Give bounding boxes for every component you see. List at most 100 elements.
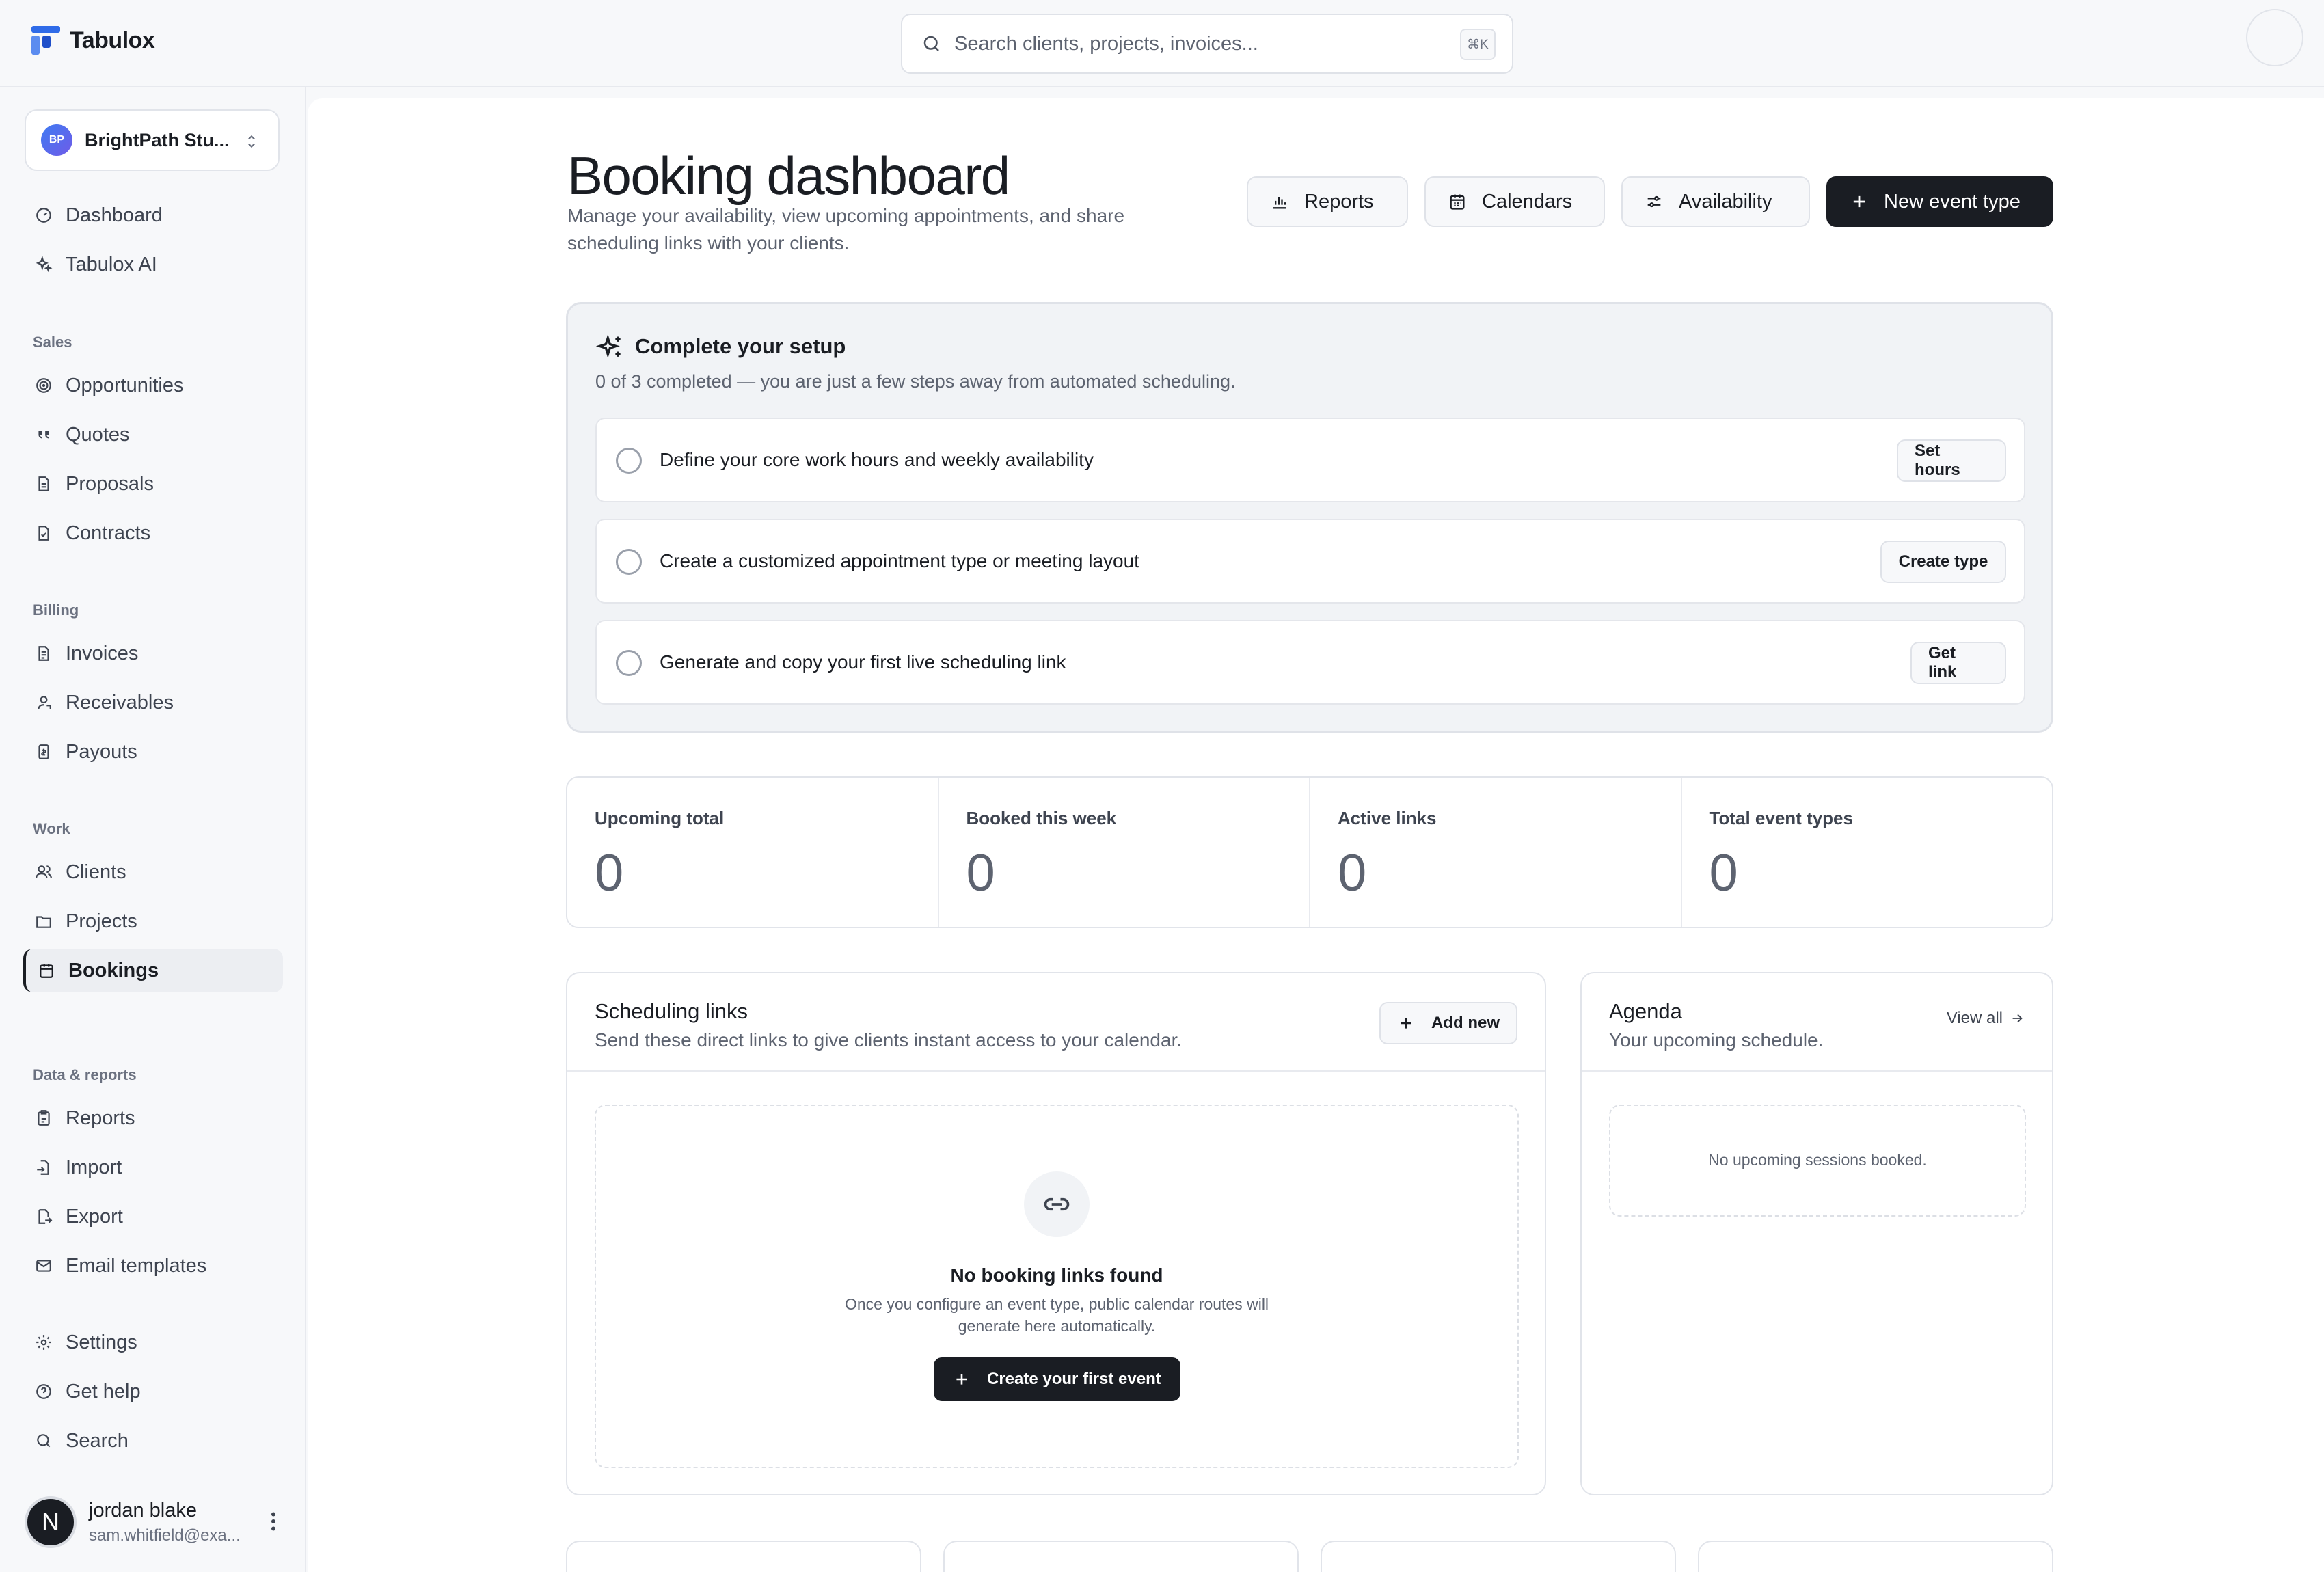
availability-button[interactable]: Availability (1621, 176, 1810, 227)
sidebar-item-export[interactable]: Export (23, 1195, 283, 1238)
stat-label: Booked this week (966, 808, 1117, 828)
get-link-button[interactable]: Get link (1910, 642, 2006, 684)
user-name: jordan blake (89, 1499, 197, 1521)
new-event-type-button[interactable]: New event type (1826, 176, 2053, 227)
task-checkbox[interactable] (616, 448, 642, 474)
plus-icon (1853, 195, 1865, 208)
workspace-badge: BP (41, 124, 72, 156)
quote-icon (34, 425, 53, 444)
create-first-event-button[interactable]: Create your first event (934, 1357, 1180, 1401)
search-shortcut-badge: ⌘K (1460, 29, 1496, 60)
user-email: sam.whitfield@exa... (89, 1526, 241, 1545)
user-profile[interactable]: N jordan blake sam.whitfield@exa... (25, 1491, 284, 1553)
sidebar-item-label: Import (66, 1156, 122, 1178)
document-icon (34, 474, 53, 493)
sidebar-item-label: Invoices (66, 642, 139, 664)
scheduling-links-card: Scheduling links Send these direct links… (566, 972, 1546, 1495)
bar-chart-icon (1273, 197, 1286, 209)
stat-value: 0 (595, 844, 624, 902)
stat-value: 0 (966, 844, 995, 902)
add-new-link-button[interactable]: Add new (1379, 1002, 1517, 1044)
create-type-button[interactable]: Create type (1880, 541, 2006, 583)
sidebar-item-label: Clients (66, 860, 126, 883)
task-checkbox[interactable] (616, 650, 642, 676)
sidebar-item-clients[interactable]: Clients (23, 850, 283, 894)
global-search-input[interactable]: Search clients, projects, invoices... ⌘K (901, 14, 1513, 74)
import-icon (34, 1158, 53, 1177)
stat-upcoming-total: Upcoming total 0 (567, 778, 939, 927)
dashboard-icon (34, 206, 53, 225)
bottom-card (1321, 1541, 1676, 1572)
page-title: Booking dashboard (567, 146, 1010, 206)
empty-state: No booking links found Once you configur… (595, 1105, 1519, 1468)
sidebar-item-label: Projects (66, 910, 137, 932)
logo-mark-icon (31, 26, 60, 55)
sidebar-item-label: Export (66, 1205, 123, 1228)
set-hours-button[interactable]: Set hours (1897, 439, 2006, 482)
bottom-card (566, 1541, 921, 1572)
sidebar-section-data-reports: Data & reports (33, 1066, 137, 1083)
account-avatar[interactable] (2246, 9, 2303, 66)
add-new-label: Add new (1431, 1014, 1500, 1032)
chevron-up-down-icon (247, 135, 256, 148)
top-bar: Tabulox Search clients, projects, invoic… (0, 0, 2324, 87)
stat-label: Upcoming total (595, 808, 725, 828)
sidebar-item-dashboard[interactable]: Dashboard (23, 193, 283, 237)
sidebar-item-label: Reports (66, 1107, 135, 1129)
calendars-button[interactable]: Calendars (1424, 176, 1605, 227)
setup-task: Create a customized appointment type or … (595, 519, 2025, 604)
sidebar-item-settings[interactable]: Settings (23, 1320, 283, 1364)
sidebar-item-get-help[interactable]: Get help (23, 1370, 283, 1413)
agenda-empty-text: No upcoming sessions booked. (1708, 1151, 1927, 1169)
sidebar-item-proposals[interactable]: Proposals (23, 462, 283, 506)
setup-title: Complete your setup (635, 334, 846, 358)
sidebar-item-label: Settings (66, 1331, 137, 1353)
sidebar-item-receivables[interactable]: Receivables (23, 681, 283, 724)
sidebar-section-work: Work (33, 820, 70, 837)
gear-icon (34, 1333, 53, 1352)
stat-label: Total event types (1709, 808, 1853, 828)
stat-active-links: Active links 0 (1310, 778, 1682, 927)
contract-icon (34, 524, 53, 543)
sidebar: BP BrightPath Stu... Dashboard Tabulox A… (0, 87, 306, 1572)
sidebar-item-contracts[interactable]: Contracts (23, 511, 283, 555)
stat-booked-this-week: Booked this week 0 (939, 778, 1310, 927)
sidebar-item-label: Get help (66, 1380, 141, 1402)
more-vertical-icon[interactable] (267, 1509, 280, 1534)
setup-progress-text: 0 of 3 completed — you are just a few st… (595, 371, 1236, 392)
sidebar-item-import[interactable]: Import (23, 1146, 283, 1189)
sidebar-item-projects[interactable]: Projects (23, 899, 283, 943)
sidebar-item-email-templates[interactable]: Email templates (23, 1244, 283, 1288)
workspace-name: BrightPath Stu... (85, 129, 230, 150)
sidebar-item-bookings[interactable]: Bookings (23, 949, 283, 992)
sparkles-icon (595, 334, 621, 358)
calendar-icon (37, 961, 56, 980)
payout-icon (34, 742, 53, 761)
divider (567, 1070, 1545, 1072)
sidebar-item-reports[interactable]: Reports (23, 1096, 283, 1140)
sidebar-item-search[interactable]: Search (23, 1419, 283, 1463)
reports-button[interactable]: Reports (1247, 176, 1408, 227)
empty-state-title: No booking links found (950, 1264, 1163, 1286)
sidebar-item-label: Opportunities (66, 374, 184, 396)
stat-label: Active links (1338, 808, 1437, 828)
workspace-switcher[interactable]: BP BrightPath Stu... (25, 109, 280, 171)
sidebar-item-opportunities[interactable]: Opportunities (23, 364, 283, 407)
sidebar-item-payouts[interactable]: Payouts (23, 730, 283, 774)
view-all-link[interactable]: View all (1947, 1009, 2025, 1028)
calendars-button-label: Calendars (1482, 190, 1573, 213)
sidebar-item-label: Bookings (68, 959, 159, 981)
create-first-event-label: Create your first event (987, 1370, 1161, 1388)
sidebar-item-invoices[interactable]: Invoices (23, 632, 283, 675)
task-checkbox[interactable] (616, 549, 642, 575)
user-avatar: N (25, 1496, 77, 1548)
search-icon (923, 36, 939, 51)
target-icon (34, 376, 53, 395)
report-icon (34, 1109, 53, 1128)
sidebar-item-label: Tabulox AI (66, 253, 157, 275)
setup-task: Define your core work hours and weekly a… (595, 418, 2025, 502)
app-logo[interactable]: Tabulox (31, 26, 155, 55)
sidebar-item-quotes[interactable]: Quotes (23, 413, 283, 457)
empty-state-description: Once you configure an event type, public… (844, 1295, 1269, 1335)
sidebar-item-tabulox-ai[interactable]: Tabulox AI (23, 243, 283, 286)
